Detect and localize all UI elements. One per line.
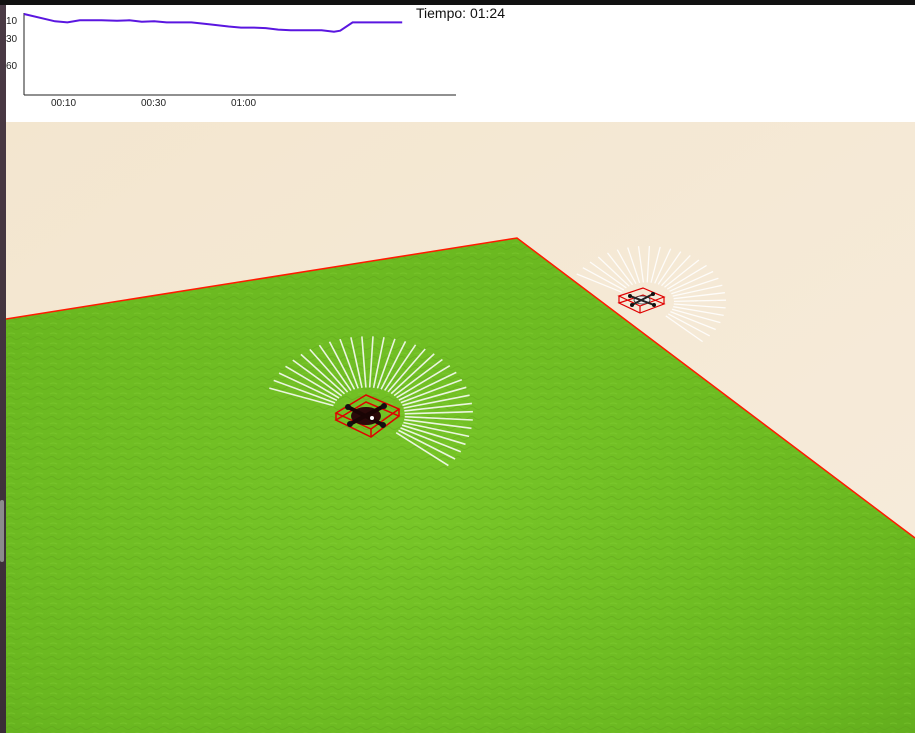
y-tick-label: 30 (6, 34, 18, 45)
telemetry-chart: 10 30 60 00:10 00:30 01:00 (6, 13, 456, 109)
y-tick-label: 10 (6, 16, 18, 27)
y-tick-label: 60 (6, 61, 18, 72)
3d-scene[interactable] (6, 122, 915, 733)
x-tick-label: 01:00 (231, 98, 256, 109)
elapsed-time-label: Tiempo: 01:24 (416, 5, 505, 21)
resize-handle[interactable] (0, 500, 4, 562)
series-line (23, 13, 403, 33)
simulation-viewport: 10 30 60 00:10 00:30 01:00 Tiempo: 01:24 (6, 5, 915, 733)
telemetry-chart-panel: 10 30 60 00:10 00:30 01:00 Tiempo: 01:24 (6, 5, 915, 122)
x-tick-label: 00:30 (141, 98, 166, 109)
x-tick-label: 00:10 (51, 98, 76, 109)
